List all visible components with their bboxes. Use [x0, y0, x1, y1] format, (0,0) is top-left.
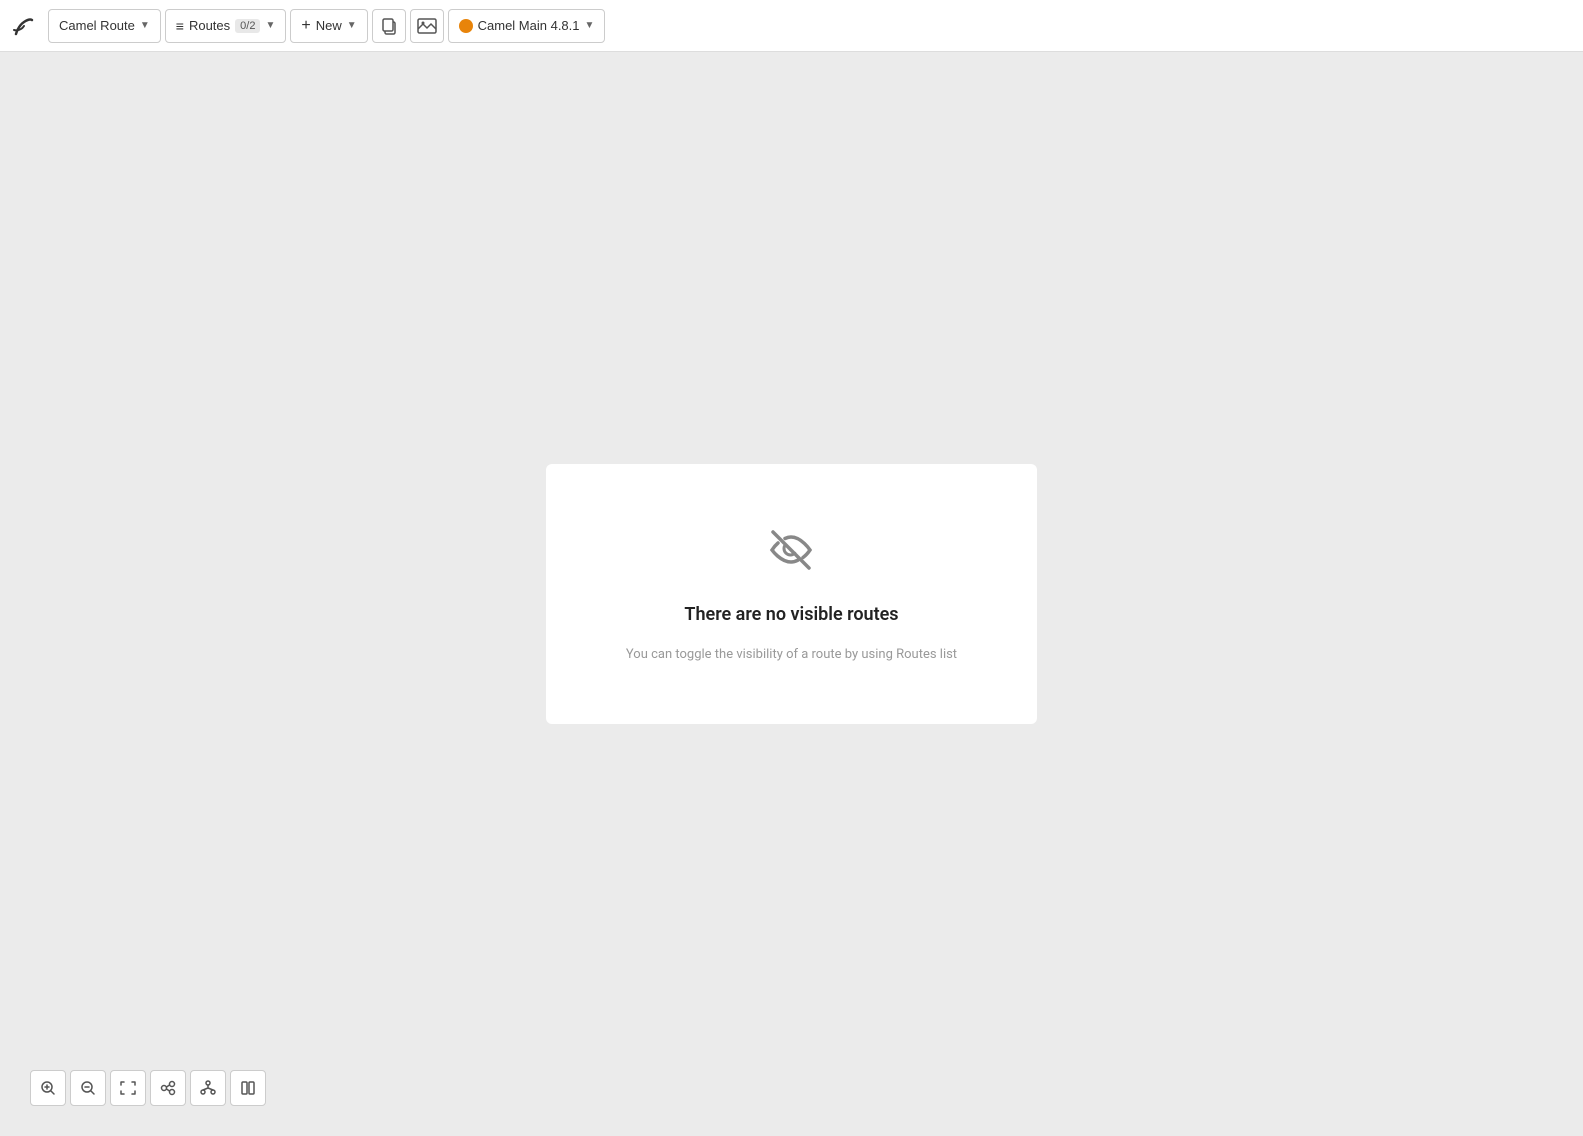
logo-icon: [8, 10, 40, 42]
camel-route-chevron: ▼: [140, 20, 150, 31]
empty-state-card: There are no visible routes You can togg…: [546, 464, 1037, 725]
empty-state-subtitle: You can toggle the visibility of a route…: [626, 645, 957, 665]
zoom-out-button[interactable]: [70, 1070, 106, 1106]
routes-chevron: ▼: [265, 20, 275, 31]
fit-screen-button[interactable]: [110, 1070, 146, 1106]
connect-button[interactable]: [150, 1070, 186, 1106]
canvas-area: There are no visible routes You can togg…: [0, 52, 1583, 1136]
camel-route-label: Camel Route: [59, 18, 135, 33]
routes-dropdown[interactable]: ≡ Routes 0/2 ▼: [165, 9, 287, 43]
canvas-button[interactable]: [410, 9, 444, 43]
routes-icon: ≡: [176, 18, 184, 34]
empty-state-title: There are no visible routes: [684, 604, 898, 625]
camel-version-dropdown[interactable]: Camel Main 4.8.1 ▼: [448, 9, 606, 43]
auto-layout-button[interactable]: [190, 1070, 226, 1106]
new-label: New: [316, 18, 342, 33]
routes-badge: 0/2: [235, 19, 260, 33]
copy-button[interactable]: [372, 9, 406, 43]
plus-icon: +: [301, 17, 310, 35]
no-routes-icon: [765, 524, 817, 584]
new-chevron: ▼: [347, 20, 357, 31]
bottom-toolbar: [30, 1070, 266, 1106]
version-status-dot: [459, 19, 473, 33]
new-button[interactable]: + New ▼: [290, 9, 367, 43]
routes-label: Routes: [189, 18, 230, 33]
camel-route-dropdown[interactable]: Camel Route ▼: [48, 9, 161, 43]
zoom-in-button[interactable]: [30, 1070, 66, 1106]
catalog-button[interactable]: [230, 1070, 266, 1106]
main-toolbar: Camel Route ▼ ≡ Routes 0/2 ▼ + New ▼ Cam…: [0, 0, 1583, 52]
camel-version-label: Camel Main 4.8.1: [478, 18, 580, 33]
camel-version-chevron: ▼: [585, 20, 595, 31]
